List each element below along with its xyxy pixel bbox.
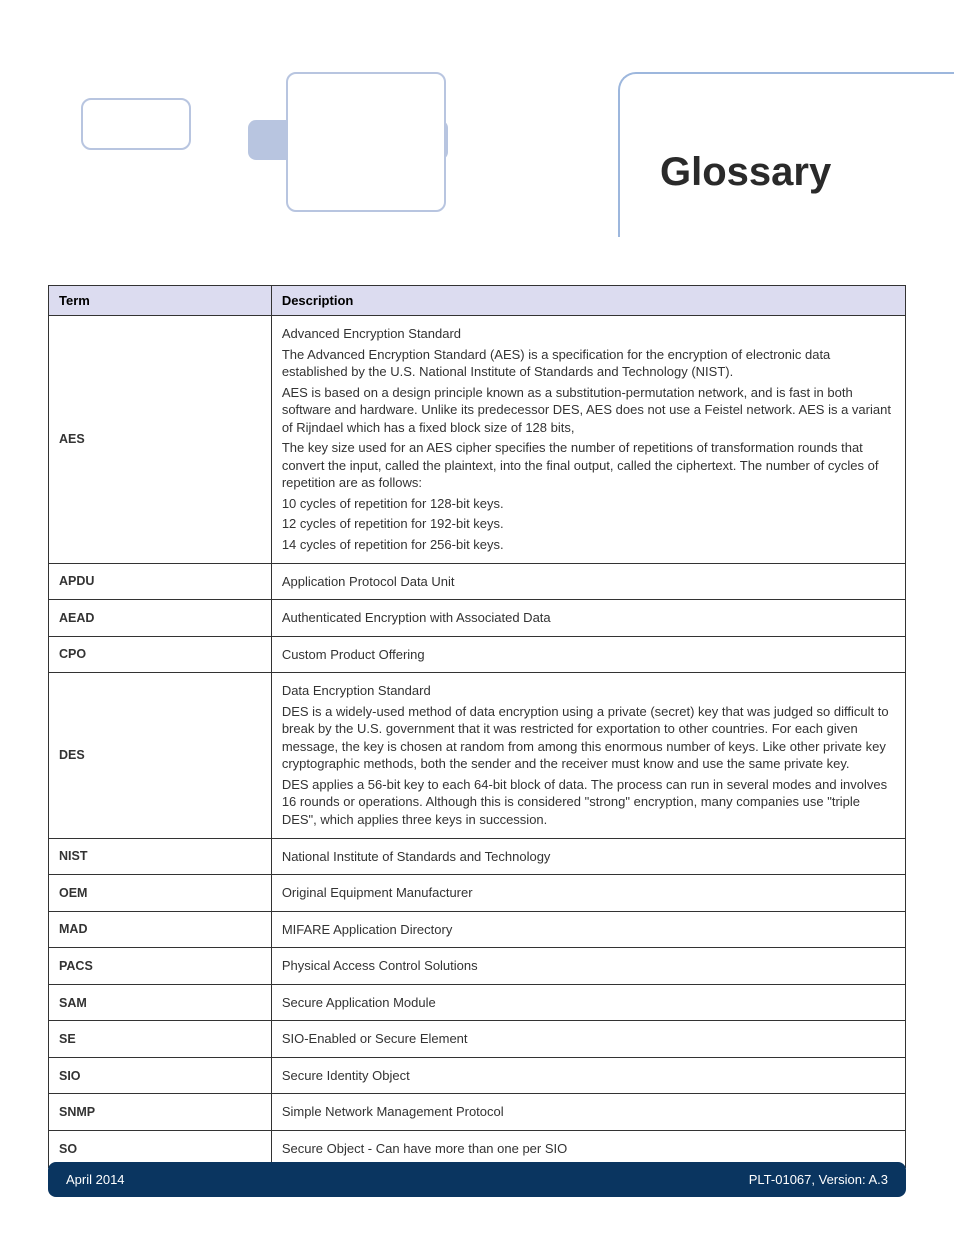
description-cell: MIFARE Application Directory [271,911,905,948]
glossary-table: Term Description AESAdvanced Encryption … [48,285,906,1168]
description-text: 10 cycles of repetition for 128-bit keys… [282,495,895,513]
description-cell: Secure Application Module [271,984,905,1021]
description-cell: Custom Product Offering [271,636,905,673]
term-cell: AEAD [49,600,272,637]
term-cell: DES [49,673,272,838]
description-text: Original Equipment Manufacturer [282,884,895,902]
footer-date: April 2014 [66,1172,125,1187]
description-cell: Original Equipment Manufacturer [271,875,905,912]
description-text: Authenticated Encryption with Associated… [282,609,895,627]
table-row: SE SIO-Enabled or Secure Element [49,1021,906,1058]
description-text: Application Protocol Data Unit [282,573,895,591]
description-cell: Authenticated Encryption with Associated… [271,600,905,637]
description-cell: Advanced Encryption Standard The Advanced… [271,316,905,564]
description-cell: SIO-Enabled or Secure Element [271,1021,905,1058]
term-cell: SIO [49,1057,272,1094]
description-text: SIO-Enabled or Secure Element [282,1030,895,1048]
table-row: APDU Application Protocol Data Unit [49,563,906,600]
page-footer: April 2014 PLT-01067, Version: A.3 [48,1162,906,1197]
description-cell: Application Protocol Data Unit [271,563,905,600]
table-row: SIO Secure Identity Object [49,1057,906,1094]
description-text: Secure Application Module [282,994,895,1012]
description-text: Custom Product Offering [282,646,895,664]
description-text: Physical Access Control Solutions [282,957,895,975]
table-row: DES Data Encryption Standard DES is a wide… [49,673,906,838]
header-description: Description [271,286,905,316]
content-area: Term Description AESAdvanced Encryption … [48,285,906,1168]
description-text: AES is based on a design principle known… [282,384,895,437]
term-cell: SE [49,1021,272,1058]
description-text: The Advanced Encryption Standard (AES) i… [282,346,895,381]
table-row: SAM Secure Application Module [49,984,906,1021]
term-cell: NIST [49,838,272,875]
header-graphic: Glossary [0,0,954,240]
decorative-shape [81,98,191,150]
table-row: MAD MIFARE Application Directory [49,911,906,948]
table-row: CPO Custom Product Offering [49,636,906,673]
description-cell: Simple Network Management Protocol [271,1094,905,1131]
term-cell: APDU [49,563,272,600]
term-cell: AES [49,316,272,564]
table-row: AEAD Authenticated Encryption with Associ… [49,600,906,637]
description-text: Secure Identity Object [282,1067,895,1085]
table-header-row: Term Description [49,286,906,316]
description-text: MIFARE Application Directory [282,921,895,939]
description-text: Advanced Encryption Standard [282,325,895,343]
table-row: SNMP Simple Network Management Protocol [49,1094,906,1131]
description-cell: Data Encryption Standard DES is a widely-… [271,673,905,838]
description-text: Secure Object - Can have more than one p… [282,1140,895,1158]
description-text: DES applies a 56-bit key to each 64-bit … [282,776,895,829]
page-title: Glossary [660,150,954,195]
header-term: Term [49,286,272,316]
description-text: DES is a widely-used method of data encr… [282,703,895,773]
table-row: NIST National Institute of Standards and … [49,838,906,875]
term-cell: OEM [49,875,272,912]
description-text: Simple Network Management Protocol [282,1103,895,1121]
table-row: AES Advanced Encryption Standard The Advan… [49,316,906,564]
title-panel: Glossary [618,72,954,237]
description-cell: Physical Access Control Solutions [271,948,905,985]
term-cell: MAD [49,911,272,948]
footer-version: PLT-01067, Version: A.3 [749,1172,888,1187]
table-row: PACS Physical Access Control Solutions [49,948,906,985]
term-cell: SNMP [49,1094,272,1131]
description-text: National Institute of Standards and Tech… [282,848,895,866]
description-cell: Secure Identity Object [271,1057,905,1094]
term-cell: SAM [49,984,272,1021]
description-text: 14 cycles of repetition for 256-bit keys… [282,536,895,554]
decorative-shape [286,72,446,212]
description-text: 12 cycles of repetition for 192-bit keys… [282,515,895,533]
description-text: The key size used for an AES cipher spec… [282,439,895,492]
term-cell: PACS [49,948,272,985]
description-cell: National Institute of Standards and Tech… [271,838,905,875]
description-text: Data Encryption Standard [282,682,895,700]
term-cell: CPO [49,636,272,673]
table-row: OEM Original Equipment Manufacturer [49,875,906,912]
